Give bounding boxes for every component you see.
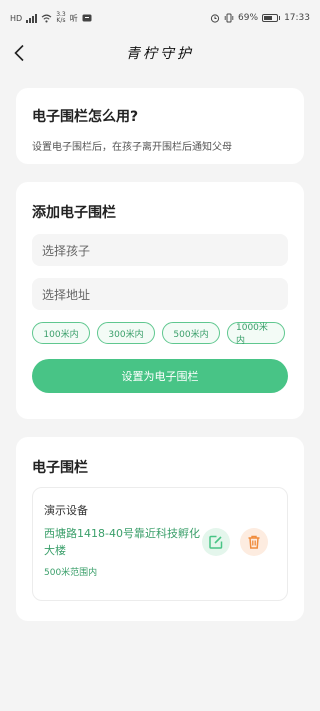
select-child-field[interactable]: 选择孩子 (32, 234, 288, 266)
wifi-icon (41, 14, 52, 23)
fence-list-title: 电子围栏 (32, 460, 88, 476)
fence-list-card: 电子围栏 演示设备 西塘路1418-40号靠近科技孵化大楼 500米范围内 (16, 437, 304, 621)
radius-option-300[interactable]: 300米内 (97, 322, 155, 344)
set-fence-button[interactable]: 设置为电子围栏 (32, 359, 288, 393)
add-fence-card: 添加电子围栏 选择孩子 选择地址 100米内 300米内 500米内 1000米… (16, 182, 304, 419)
fence-address: 西塘路1418-40号靠近科技孵化大楼 (44, 527, 200, 557)
radius-option-1000[interactable]: 1000米内 (227, 322, 285, 346)
howto-card: 电子围栏怎么用? 设置电子围栏后，在孩子离开围栏后通知父母 (16, 88, 304, 164)
clock: 17:33 (284, 13, 310, 23)
device-name: 演示设备 (44, 504, 88, 517)
status-bar: HD 3.3 K/s 听 69% 17:33 (0, 0, 320, 36)
network-speed: 3.3 K/s (56, 12, 66, 24)
radius-option-100[interactable]: 100米内 (32, 322, 90, 344)
fence-range: 500米范围内 (44, 568, 98, 578)
edit-fence-button[interactable] (202, 528, 230, 556)
status-right: 69% 17:33 (210, 13, 310, 23)
alarm-icon (210, 14, 220, 23)
battery-icon (262, 14, 281, 22)
select-address-placeholder: 选择地址 (42, 287, 91, 302)
speed-unit: K/s (56, 17, 66, 24)
howto-title: 电子围栏怎么用? (32, 109, 139, 125)
select-child-placeholder: 选择孩子 (42, 243, 91, 258)
hd-icon: HD (10, 13, 23, 23)
page-title: 青柠守护 (126, 46, 194, 62)
chevron-left-icon (14, 44, 24, 62)
battery-percent: 69% (238, 13, 259, 23)
delete-fence-button[interactable] (240, 528, 268, 556)
howto-description: 设置电子围栏后，在孩子离开围栏后通知父母 (32, 142, 232, 153)
status-left: HD 3.3 K/s 听 (10, 12, 92, 24)
add-fence-title: 添加电子围栏 (32, 205, 116, 221)
hear-label: 听 (69, 13, 78, 23)
trash-icon (248, 535, 260, 549)
back-button[interactable] (6, 40, 32, 66)
radius-options: 100米内 300米内 500米内 1000米内 (32, 322, 288, 346)
edit-icon (209, 535, 223, 549)
select-address-field[interactable]: 选择地址 (32, 278, 288, 310)
vibrate-icon (224, 13, 234, 23)
list-item: 演示设备 西塘路1418-40号靠近科技孵化大楼 500米范围内 (32, 487, 288, 601)
radius-option-500[interactable]: 500米内 (162, 322, 220, 344)
nav-bar: 青柠守护 (0, 36, 320, 70)
signal-icon (26, 13, 38, 23)
message-icon (82, 14, 92, 21)
